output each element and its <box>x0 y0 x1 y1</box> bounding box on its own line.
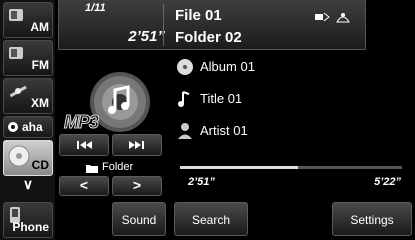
next-track-button[interactable] <box>112 134 162 156</box>
source-aha-button[interactable]: aha <box>3 116 53 138</box>
settings-button[interactable]: Settings <box>332 202 412 236</box>
search-button[interactable]: Search <box>174 202 248 236</box>
previous-track-button[interactable] <box>59 134 109 156</box>
source-cd-label: CD <box>31 158 49 172</box>
folder-icon <box>86 165 98 173</box>
album-name: Album 01 <box>200 59 255 74</box>
source-xm-label: XM <box>31 96 49 110</box>
radio-icon <box>9 47 23 59</box>
track-title: Title 01 <box>200 91 243 106</box>
source-aha-label: aha <box>22 120 43 134</box>
bluetooth-status-icon <box>315 12 350 23</box>
total-duration: 5’22” <box>374 176 401 188</box>
chevron-right-icon: > <box>132 177 142 193</box>
folder-label: Folder <box>102 161 134 173</box>
status-icons <box>315 10 355 27</box>
header-divider <box>163 4 164 46</box>
artist-person-icon <box>178 123 192 139</box>
chevron-left-icon: < <box>79 177 89 193</box>
source-xm-button[interactable]: XM <box>3 78 53 114</box>
header-elapsed-time: 2’51” <box>128 28 165 45</box>
source-am-button[interactable]: AM <box>3 2 53 38</box>
elapsed-time: 2’51” <box>188 176 215 188</box>
source-cd-button[interactable]: CD <box>3 140 53 176</box>
source-fm-label: FM <box>31 58 49 72</box>
radio-icon <box>9 9 23 21</box>
progress-fill <box>180 166 298 169</box>
previous-track-icon <box>77 141 92 149</box>
chevron-down-icon[interactable]: ∨ <box>3 176 53 198</box>
aha-icon <box>8 122 18 132</box>
source-am-label: AM <box>30 20 49 34</box>
folder-previous-button[interactable]: < <box>59 176 109 196</box>
album-disc-icon <box>177 59 193 75</box>
progress-bar[interactable] <box>180 166 402 169</box>
format-badge: MP3 <box>63 112 99 133</box>
music-note-icon <box>178 91 190 107</box>
file-name: File 01 <box>175 7 222 24</box>
source-phone-label: Phone <box>12 220 49 234</box>
sound-button[interactable]: Sound <box>112 202 166 236</box>
now-playing-header: 1/11 2’51” File 01 Folder 02 <box>58 0 366 50</box>
satellite-icon <box>9 85 27 98</box>
folder-next-button[interactable]: > <box>112 176 162 196</box>
source-sidebar: AM FM XM aha CD ∨ Phone <box>0 0 55 240</box>
source-phone-button[interactable]: Phone <box>3 202 53 238</box>
folder-name: Folder 02 <box>175 29 242 46</box>
artist-name: Artist 01 <box>200 123 248 138</box>
cd-icon <box>8 145 30 167</box>
track-number: 1/11 <box>85 2 106 14</box>
source-fm-button[interactable]: FM <box>3 40 53 76</box>
next-track-icon <box>129 141 144 149</box>
